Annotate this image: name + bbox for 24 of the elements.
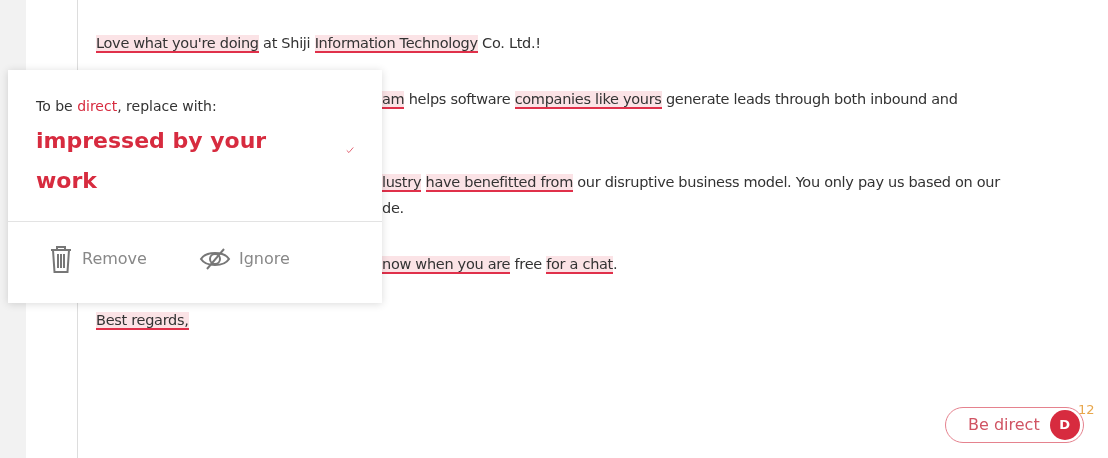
flagged-phrase[interactable]: Information Technology	[314, 35, 478, 53]
replacement-text[interactable]: impressed by your work	[36, 121, 296, 201]
body-text: de.	[382, 200, 404, 216]
flagged-phrase[interactable]: am	[382, 91, 405, 109]
body-text: Co. Ltd.!	[481, 35, 541, 51]
flagged-phrase[interactable]: Best regards,	[96, 312, 189, 330]
body-text: .	[613, 256, 618, 272]
flagged-phrase[interactable]: now when you are	[382, 256, 511, 274]
suggestion-prompt: To be direct, replace with:	[36, 97, 218, 116]
flagged-phrase[interactable]: lustry	[382, 174, 422, 192]
trash-icon	[48, 244, 74, 274]
ignore-button[interactable]: Ignore	[198, 244, 290, 274]
flagged-phrase[interactable]: for a chat	[546, 256, 613, 274]
flagged-phrase[interactable]: Love what you're doing	[96, 35, 259, 53]
flagged-phrase[interactable]: have benefitted from	[425, 174, 573, 192]
body-text: generate leads through both inbound and	[664, 91, 958, 107]
body-text: free	[513, 256, 543, 272]
body-text: our disruptive business model. You only pay us based on our	[576, 174, 1000, 190]
remove-button[interactable]: Remove	[48, 244, 147, 274]
avatar-badge: D	[1049, 410, 1080, 440]
body-text: at Shiji	[262, 35, 312, 51]
eye-slash-icon	[198, 246, 231, 272]
flagged-phrase[interactable]: companies like yours	[514, 91, 662, 109]
body-text: helps software	[407, 91, 512, 107]
